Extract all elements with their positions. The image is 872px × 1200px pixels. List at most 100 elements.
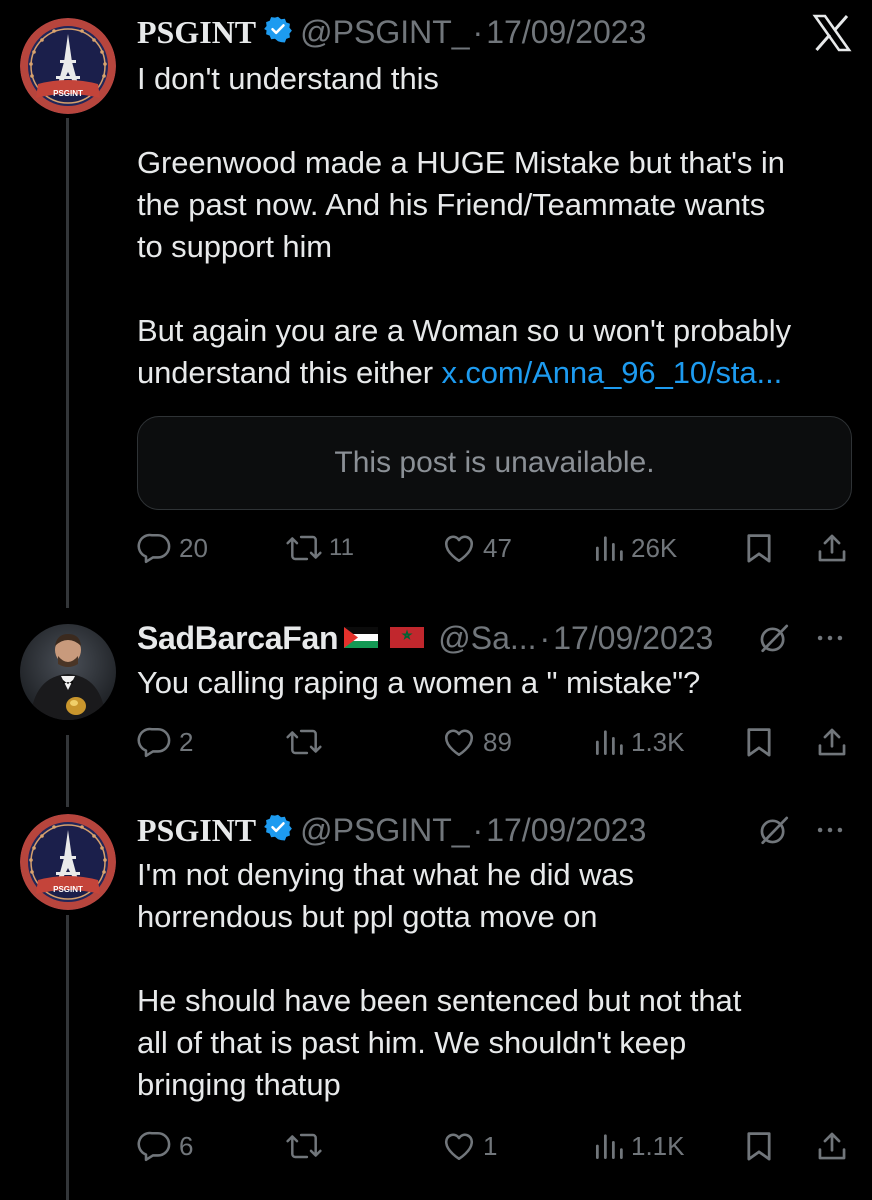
tweet-header: SadBarcaFan @Sa... · 17/09/2023 (137, 618, 713, 658)
action-bar: 6 1 1.1K (137, 1126, 852, 1166)
bookmark-button[interactable] (743, 528, 775, 568)
text-line: bringing thatup (137, 1067, 341, 1102)
like-button[interactable]: 89 (441, 722, 512, 762)
unavailable-message: This post is unavailable. (334, 446, 655, 479)
text-line: Greenwood made a HUGE Mistake but that's… (137, 145, 785, 180)
avatar-label: PSGINT (53, 885, 83, 894)
bookmark-icon (747, 728, 771, 757)
avatar[interactable]: PSGINT (20, 814, 116, 910)
repost-button[interactable]: 11 (285, 528, 354, 568)
timestamp[interactable]: 17/09/2023 (486, 14, 646, 51)
reply-count: 2 (179, 726, 194, 757)
grok-icon[interactable] (757, 813, 791, 847)
avatar-label: PSGINT (53, 89, 83, 98)
palestine-flag-icon (344, 620, 379, 657)
text-line: You calling raping a women a " mistake"? (137, 665, 701, 700)
like-button[interactable]: 1 (441, 1126, 497, 1166)
action-bar: 20 11 47 26K (137, 528, 852, 568)
tweet[interactable]: PSGINT @PSGINT_ · 17/09/2023 I'm not den… (137, 810, 852, 1190)
view-count: 1.3K (631, 726, 685, 757)
verified-badge-icon (264, 812, 293, 849)
tweet[interactable]: PSGINT @PSGINT_ · 17/09/2023 I don't und… (137, 12, 852, 572)
thread-line (66, 915, 69, 1200)
heart-icon (444, 729, 474, 757)
morocco-flag-icon (390, 620, 425, 657)
view-count: 1.1K (631, 1130, 685, 1161)
text-line: But again you are a Woman so u won't pro… (137, 313, 791, 348)
views-icon (595, 1134, 623, 1160)
like-count: 89 (483, 726, 512, 757)
views-button[interactable]: 1.3K (593, 722, 685, 762)
reply-count: 6 (179, 1130, 194, 1161)
text-fragment: understand this either (137, 355, 442, 390)
views-button[interactable]: 1.1K (593, 1126, 685, 1166)
share-button[interactable] (815, 528, 849, 568)
quoted-post-unavailable: This post is unavailable. (137, 416, 852, 510)
avatar[interactable] (20, 624, 116, 720)
repost-count: 11 (329, 534, 354, 561)
bookmark-button[interactable] (743, 1126, 775, 1166)
separator-dot: · (472, 811, 484, 848)
views-button[interactable]: 26K (593, 528, 677, 568)
handle[interactable]: @PSGINT_ (300, 14, 469, 51)
share-icon (818, 534, 846, 562)
tweet-text: I don't understand this Greenwood made a… (137, 58, 791, 394)
heart-icon (444, 535, 474, 563)
post-link[interactable]: x.com/Anna_96_10/sta... (441, 355, 782, 390)
text-line: understand this either x.com/Anna_96_10/… (137, 352, 791, 394)
reply-icon (137, 1131, 171, 1162)
tweet-header: PSGINT @PSGINT_ · 17/09/2023 (137, 12, 646, 52)
like-button[interactable]: 47 (441, 528, 512, 568)
share-icon (818, 1132, 846, 1160)
repost-button[interactable] (285, 1126, 329, 1166)
text-line: all of that is past him. We shouldn't ke… (137, 1025, 687, 1060)
text-line: horrendous but ppl gotta move on (137, 899, 598, 934)
reply-icon (137, 533, 171, 564)
header-actions (757, 810, 847, 850)
text-line: the past now. And his Friend/Teammate wa… (137, 187, 766, 222)
text-line: I don't understand this (137, 61, 439, 96)
verified-badge-icon (264, 14, 293, 51)
display-name[interactable]: PSGINT (137, 812, 256, 849)
separator-dot: · (472, 13, 484, 50)
reply-button[interactable]: 6 (137, 1126, 193, 1166)
repost-icon (286, 729, 322, 755)
thread-line (66, 735, 69, 807)
text-line: I'm not denying that what he did was (137, 857, 634, 892)
action-bar: 2 89 1.3K (137, 722, 852, 762)
repost-icon (286, 535, 322, 561)
repost-button[interactable] (285, 722, 329, 762)
display-name[interactable]: SadBarcaFan (137, 620, 339, 657)
repost-icon (286, 1133, 322, 1159)
header-actions (757, 618, 847, 658)
tweet[interactable]: SadBarcaFan @Sa... · 17/09/2023 You call… (137, 618, 852, 758)
text-line: to support him (137, 229, 333, 264)
handle[interactable]: @Sa... (438, 620, 536, 657)
timestamp[interactable]: 17/09/2023 (486, 812, 646, 849)
share-button[interactable] (815, 722, 849, 762)
reply-button[interactable]: 2 (137, 722, 193, 762)
views-icon (595, 536, 623, 562)
thread-line (66, 118, 69, 608)
handle[interactable]: @PSGINT_ (300, 812, 469, 849)
like-count: 1 (483, 1130, 498, 1161)
reply-count: 20 (179, 532, 208, 563)
tweet-text: You calling raping a women a " mistake"? (137, 662, 700, 704)
more-options-icon[interactable] (813, 813, 847, 847)
share-icon (818, 728, 846, 756)
bookmark-icon (747, 534, 771, 563)
heart-icon (444, 1133, 474, 1161)
view-count: 26K (631, 532, 678, 563)
bookmark-icon (747, 1132, 771, 1161)
timestamp[interactable]: 17/09/2023 (553, 620, 713, 657)
views-icon (595, 730, 623, 756)
more-options-icon[interactable] (813, 621, 847, 655)
reply-icon (137, 727, 171, 758)
avatar[interactable]: PSGINT (20, 18, 116, 114)
grok-icon[interactable] (757, 621, 791, 655)
share-button[interactable] (815, 1126, 849, 1166)
bookmark-button[interactable] (743, 722, 775, 762)
tweet-text: I'm not denying that what he did was hor… (137, 854, 741, 1106)
reply-button[interactable]: 20 (137, 528, 208, 568)
display-name[interactable]: PSGINT (137, 14, 256, 51)
